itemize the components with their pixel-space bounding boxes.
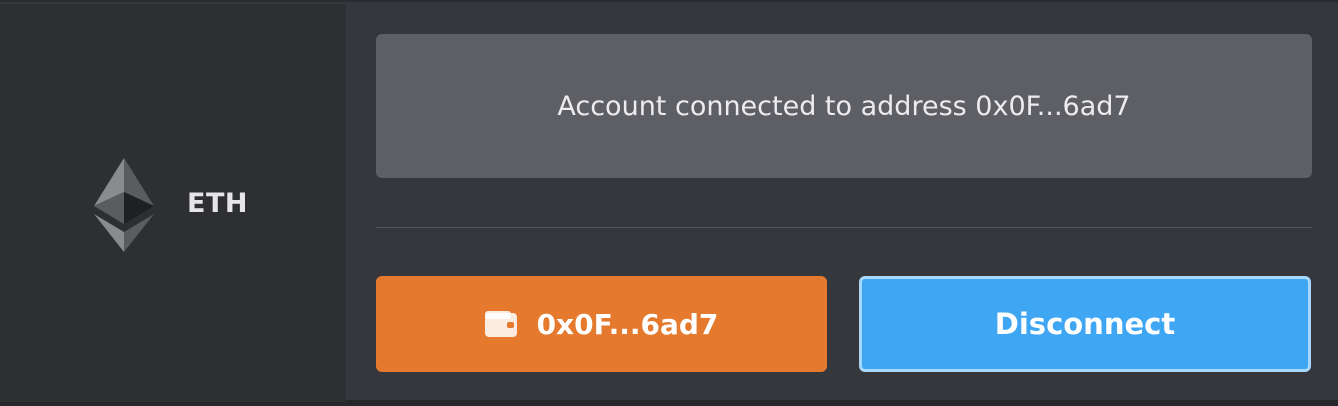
disconnect-label: Disconnect xyxy=(994,307,1176,341)
network-label: ETH xyxy=(187,188,248,219)
network-sidebar: ETH xyxy=(0,4,346,402)
wallet-icon xyxy=(484,311,517,337)
wallet-connection-panel: ETH Account connected to address 0x0F...… xyxy=(0,0,1338,406)
account-address-label: 0x0F...6ad7 xyxy=(536,307,719,341)
account-address-button[interactable]: 0x0F...6ad7 xyxy=(376,276,827,372)
connection-status-text: Account connected to address 0x0F...6ad7 xyxy=(557,90,1131,122)
disconnect-button[interactable]: Disconnect xyxy=(859,276,1311,372)
divider xyxy=(376,227,1312,228)
connection-status-box: Account connected to address 0x0F...6ad7 xyxy=(376,34,1312,178)
ethereum-logo-icon xyxy=(94,158,154,252)
